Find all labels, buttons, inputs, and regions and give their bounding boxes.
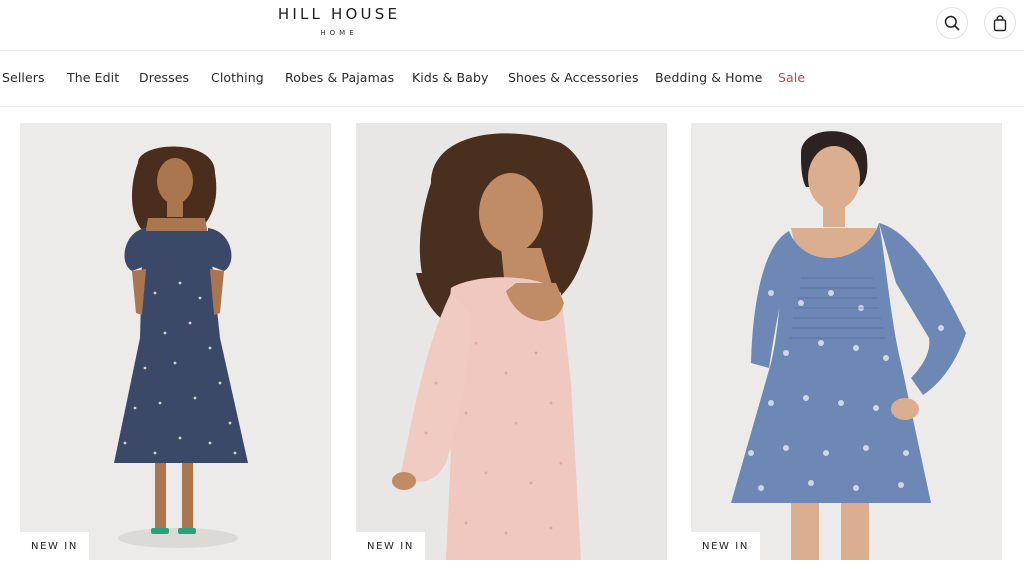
brand-sub: HOME <box>320 29 358 37</box>
new-in-badge: NEW IN <box>20 532 89 560</box>
shopping-bag-icon <box>993 14 1007 31</box>
brand-logo[interactable]: HILL HOUSE HOME <box>258 5 420 37</box>
nav-item-sellers[interactable]: Sellers <box>2 70 45 85</box>
main-nav: Sellers The Edit Dresses Clothing Robes … <box>0 52 1024 107</box>
search-icon <box>944 15 960 31</box>
nav-item-sale[interactable]: Sale <box>778 70 805 85</box>
nav-item-shoes-accessories[interactable]: Shoes & Accessories <box>508 70 639 85</box>
brand-name: HILL HOUSE <box>277 5 401 23</box>
search-button[interactable] <box>936 7 968 39</box>
product-card[interactable]: NEW IN <box>20 123 331 560</box>
nav-item-the-edit[interactable]: The Edit <box>67 70 119 85</box>
product-image[interactable] <box>356 123 667 560</box>
new-in-badge: NEW IN <box>691 532 760 560</box>
nav-item-robes-pajamas[interactable]: Robes & Pajamas <box>285 70 394 85</box>
nav-item-kids-baby[interactable]: Kids & Baby <box>412 70 488 85</box>
site-header: HILL HOUSE HOME <box>0 0 1024 51</box>
cart-button[interactable] <box>984 7 1016 39</box>
nav-item-dresses[interactable]: Dresses <box>139 70 189 85</box>
product-card[interactable]: NEW IN <box>356 123 667 560</box>
nav-item-bedding-home[interactable]: Bedding & Home <box>655 70 762 85</box>
product-image[interactable] <box>691 123 1002 560</box>
nav-item-clothing[interactable]: Clothing <box>211 70 264 85</box>
product-image[interactable] <box>20 123 331 560</box>
product-card[interactable]: NEW IN <box>691 123 1002 560</box>
product-grid: NEW IN NEW IN NEW IN <box>0 107 1024 569</box>
new-in-badge: NEW IN <box>356 532 425 560</box>
